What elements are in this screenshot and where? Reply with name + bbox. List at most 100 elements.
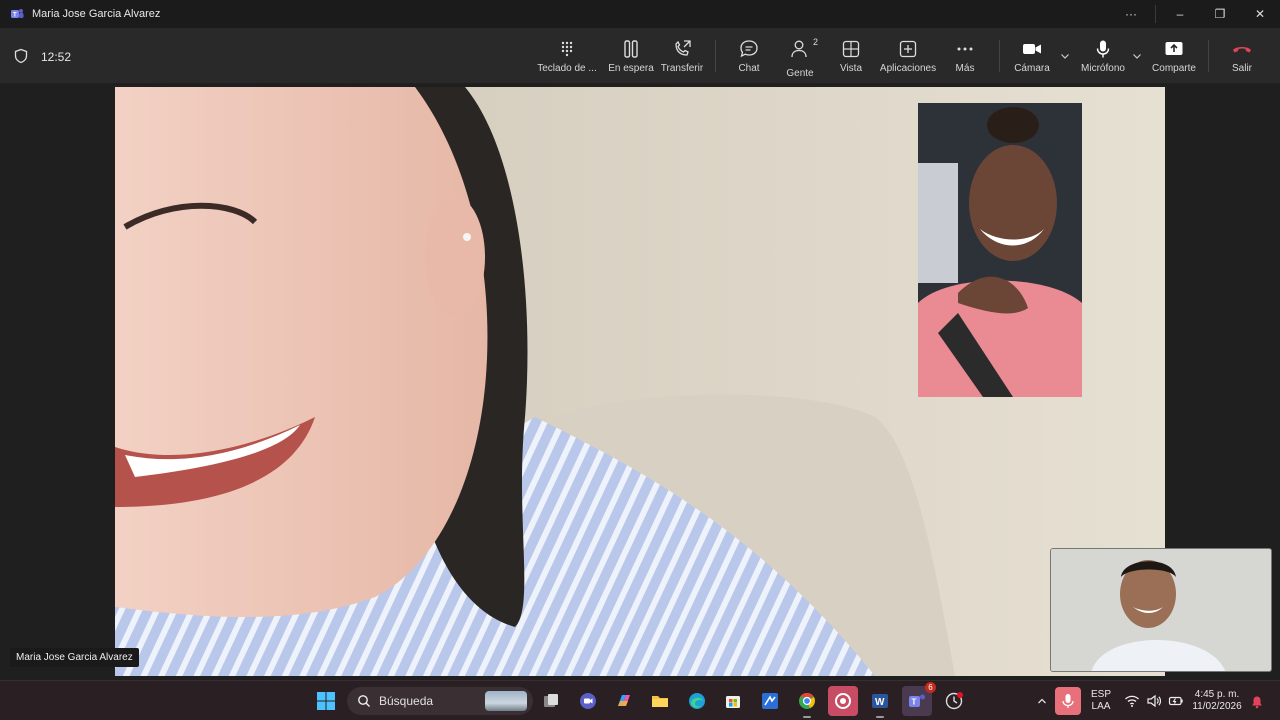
close-button[interactable]: ✕ [1240, 0, 1280, 28]
input-language-indicator[interactable]: ESP LAA [1088, 689, 1114, 713]
view-label: Vista [839, 63, 863, 74]
copilot-button[interactable] [612, 689, 636, 713]
toolbar-divider [715, 40, 716, 72]
video-chat-icon [580, 693, 596, 709]
microphone-icon [1062, 694, 1074, 708]
keyboard-layout: LAA [1091, 701, 1111, 712]
teams-taskbar-button[interactable]: T 6 [902, 682, 936, 716]
task-view-button[interactable] [539, 689, 563, 713]
microphone-icon [1096, 40, 1110, 58]
video-frame [1051, 549, 1271, 671]
dialpad-label: Teclado de ... [537, 63, 597, 74]
people-label: Gente [786, 68, 814, 79]
taskbar-search[interactable]: Búsqueda [347, 687, 533, 715]
search-highlight-image [485, 691, 527, 711]
battery-icon [1168, 696, 1183, 706]
microphone-button[interactable]: Micrófono [1078, 34, 1128, 80]
microphone-label: Micrófono [1081, 63, 1125, 74]
people-count: 2 [813, 37, 819, 47]
phone-transfer-icon [675, 40, 691, 56]
people-button[interactable]: 2 Gente [780, 34, 820, 80]
edge-browser-button[interactable] [685, 689, 709, 713]
minimize-button[interactable]: – [1160, 0, 1200, 28]
edge-icon [689, 693, 705, 709]
title-divider [1155, 5, 1156, 23]
video-frame [918, 103, 1082, 397]
chat-label: Chat [738, 63, 760, 74]
title-bar: T Maria Jose Garcia Alvarez ··· – ❐ ✕ [0, 0, 1280, 28]
camera-label: Cámara [1014, 63, 1050, 74]
view-button[interactable]: Vista [834, 34, 868, 80]
clock-icon [945, 692, 963, 710]
wifi-icon [1125, 695, 1139, 707]
participant-name-tag: Maria Jose Garcia Alvarez [10, 648, 139, 667]
app-icon [762, 693, 778, 709]
language-code: ESP [1090, 689, 1111, 700]
copilot-icon [618, 695, 630, 706]
call-timer: 12:52 [41, 50, 72, 64]
chevron-down-icon[interactable] [1131, 50, 1143, 62]
file-explorer-button[interactable] [648, 689, 672, 713]
mic-in-use-indicator[interactable] [1055, 687, 1081, 715]
dialpad-button[interactable]: Teclado de ... [534, 34, 600, 80]
hold-button[interactable]: En espera [607, 34, 655, 80]
recorder-icon [835, 693, 851, 709]
running-indicator [876, 716, 884, 718]
people-icon [791, 40, 807, 58]
screen-recorder-button[interactable] [828, 686, 858, 716]
system-tray-icons[interactable] [1124, 693, 1184, 709]
leave-button[interactable]: Salir [1224, 34, 1260, 80]
teams-icon: T [909, 694, 925, 707]
chat-button[interactable]: Chat [731, 34, 767, 80]
shield-icon [14, 48, 28, 64]
teams-icon: T [11, 9, 24, 19]
apps-button[interactable]: Aplicaciones [877, 34, 939, 80]
call-toolbar: 12:52 Teclado de ... En espera Transferi… [0, 28, 1280, 84]
taskbar-clock[interactable]: 4:45 p. m. 11/02/2026 [1186, 689, 1248, 713]
notification-bell-icon[interactable] [1250, 695, 1264, 709]
chevron-down-icon[interactable] [1059, 50, 1071, 62]
share-label: Comparte [1152, 63, 1196, 74]
svg-text:T: T [13, 13, 17, 19]
clock-app-button[interactable] [942, 689, 966, 713]
hold-label: En espera [608, 63, 654, 74]
window-title: Maria Jose Garcia Alvarez [32, 8, 161, 20]
windows-logo-icon [317, 692, 335, 710]
word-button[interactable]: W [868, 689, 892, 718]
restore-button[interactable]: ❐ [1200, 0, 1240, 28]
store-icon [726, 696, 740, 708]
clock-time: 4:45 p. m. [1194, 689, 1240, 700]
hang-up-icon [1233, 47, 1251, 53]
svg-text:T: T [912, 698, 917, 707]
share-screen-icon [1165, 42, 1183, 55]
word-icon: W [872, 694, 888, 708]
call-stage: Maria Jose Garcia Alvarez [0, 84, 1280, 680]
start-button[interactable] [314, 689, 338, 713]
chrome-button[interactable] [795, 689, 819, 718]
secondary-participant-video[interactable] [918, 103, 1082, 397]
apps-label: Aplicaciones [879, 63, 937, 74]
task-view-icon [544, 694, 558, 707]
transfer-button[interactable]: Transferir [659, 34, 705, 80]
share-button[interactable]: Comparte [1151, 34, 1197, 80]
meet-app-button[interactable] [576, 689, 600, 713]
dialpad-icon [561, 41, 573, 57]
camera-button[interactable]: Cámara [1012, 34, 1052, 80]
more-button[interactable]: Más [948, 34, 982, 80]
chevron-up-icon[interactable] [1036, 695, 1048, 707]
video-camera-icon [1023, 44, 1041, 54]
teams-badge: 6 [925, 682, 936, 693]
transfer-label: Transferir [660, 63, 704, 74]
add-app-icon [899, 40, 917, 58]
microsoft-store-button[interactable] [721, 689, 745, 713]
self-view-video[interactable] [1050, 548, 1272, 672]
toolbar-divider [1208, 40, 1209, 72]
svg-text:W: W [875, 697, 885, 708]
folder-icon [652, 696, 668, 707]
app-shortcut-button[interactable] [758, 689, 782, 713]
search-icon [358, 695, 370, 707]
chrome-icon [799, 692, 815, 709]
more-options-button[interactable]: ··· [1111, 0, 1151, 28]
ellipsis-icon [957, 47, 973, 51]
grid-view-icon [842, 40, 860, 58]
